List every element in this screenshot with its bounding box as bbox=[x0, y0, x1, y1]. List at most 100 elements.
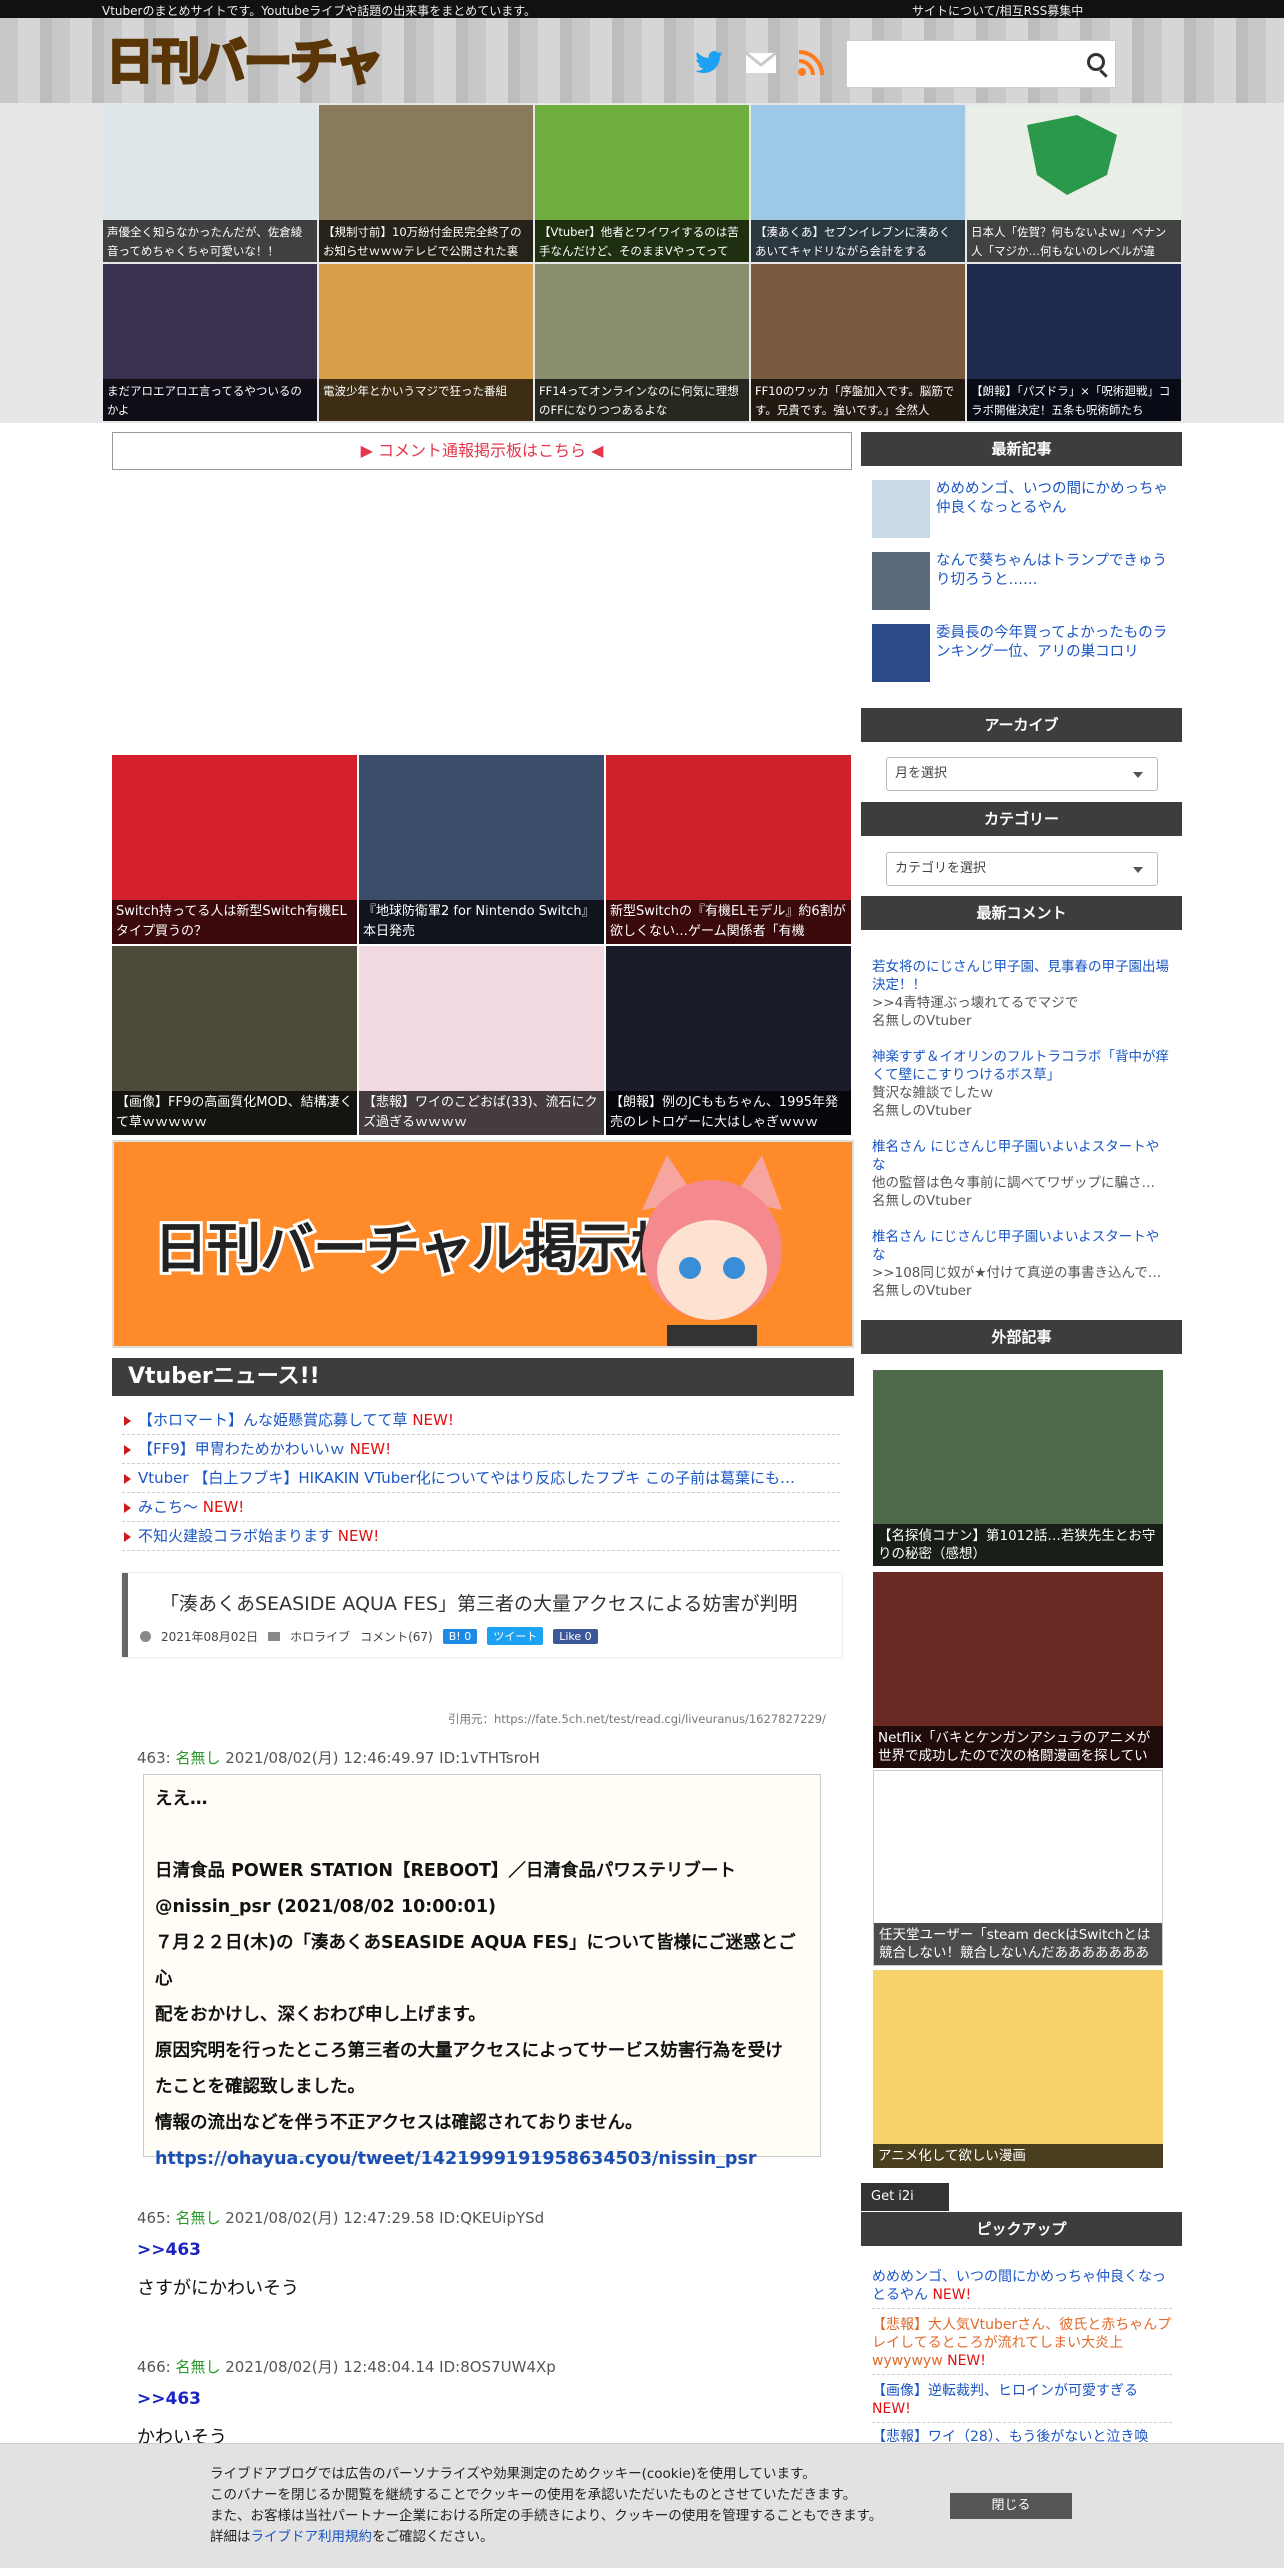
latest-link[interactable]: なんで葵ちゃんはトランプできゅうり切ろうと…… bbox=[936, 552, 1172, 590]
board-banner[interactable]: 日刊バーチャル掲示板 bbox=[112, 1140, 854, 1348]
news-heading: Vtuberニュース!! bbox=[112, 1358, 854, 1396]
pickup-link[interactable]: 【悲報】大人気Vtuberさん、彼氏と赤ちゃんプレイしてるところが流れてしまい大… bbox=[872, 2317, 1171, 2369]
latest-item[interactable]: 委員長の今年買ってよかったものランキング一位、アリの巣コロリ bbox=[872, 624, 1172, 686]
response-line: たことを確認致しました。 bbox=[155, 2077, 365, 2097]
new-badge: NEW! bbox=[872, 2401, 911, 2417]
featured-tile[interactable]: 【Vtuber】他者とワイワイするのは苦手なんだけど、そのままVやってって bbox=[535, 105, 749, 262]
news-link[interactable]: Vtuber 【白上フブキ】HIKAKIN VTuber化についてやはり反応した… bbox=[138, 1469, 795, 1487]
featured-caption: 声優全く知らなかったんだが、佐倉綾音ってめちゃくちゃ可愛いな！！ bbox=[103, 220, 317, 262]
news-item[interactable]: 不知火建設コラボ始まります NEW! bbox=[122, 1522, 840, 1551]
article-tile[interactable]: 【朗報】例のJCももちゃん、1995年発売のレトロゲーに大はしゃぎｗｗｗ bbox=[606, 946, 851, 1135]
news-item[interactable]: 【ホロマート】んな姫懸賞応募してて草 NEW! bbox=[122, 1406, 840, 1435]
archive-select[interactable]: 月を選択 bbox=[886, 757, 1158, 791]
external-item[interactable]: Netflix「バキとケンガンアシュラのアニメが世界で成功したので次の格闘漫画を… bbox=[873, 1572, 1163, 1768]
new-badge: NEW! bbox=[349, 1440, 392, 1458]
cookie-banner: ライブドアブログでは広告のパーソナライズや効果測定のためクッキー(cookie)… bbox=[0, 2443, 1284, 2568]
article-tile[interactable]: 『地球防衛軍2 for Nintendo Switch』本日発売 bbox=[359, 755, 604, 944]
twitter-icon[interactable] bbox=[692, 48, 726, 78]
featured-tile[interactable]: 【湊あくあ】セブンイレブンに湊あくあいてキャドリながら会計をする bbox=[751, 105, 965, 262]
comment-article-link[interactable]: 椎名さん にじさんじ甲子園いよいよスタートやな bbox=[872, 1229, 1159, 1263]
external-thumbnail bbox=[873, 1970, 1163, 2168]
post-comments[interactable]: コメント(67) bbox=[360, 1628, 433, 1645]
featured-tile[interactable]: 【朗報】「パズドラ」×「呪術廻戦」コラボ開催決定！五条も呪術師たち bbox=[967, 264, 1181, 421]
news-link[interactable]: 【FF9】甲冑わためかわいいｗ bbox=[138, 1440, 350, 1458]
latest-link[interactable]: 委員長の今年買ってよかったものランキング一位、アリの巣コロリ bbox=[936, 624, 1172, 662]
article-tile[interactable]: 新型Switchの『有機ELモデル』約6割が欲しくない…ゲーム関係者「有機 bbox=[606, 755, 851, 944]
featured-tile[interactable]: まだアロエアロエ言ってるやついるのかよ bbox=[103, 264, 317, 421]
featured-tile[interactable]: 日本人「佐賀？何もないよｗ」ベナン人「マジか…何もないのレベルが違 bbox=[967, 105, 1181, 262]
pickup-link[interactable]: めめめンゴ、いつの間にかめっちゃ仲良くなっとるやん bbox=[872, 2269, 1166, 2303]
new-badge: NEW! bbox=[932, 2287, 972, 2303]
latest-thumbnail bbox=[872, 624, 930, 682]
search-box[interactable] bbox=[846, 40, 1116, 88]
featured-tile[interactable]: FF10のワッカ「序盤加入です。脳筋です。兄貴です。強いです。」全然人 bbox=[751, 264, 965, 421]
article-tile[interactable]: 【画像】FF9の高画質化MOD、結構凄くて草ｗｗｗｗｗ bbox=[112, 946, 357, 1135]
response-line: 原因究明を行ったところ第三者の大量アクセスによってサービス妨害行為を受け bbox=[155, 2041, 783, 2061]
response-number: 465: bbox=[137, 2209, 171, 2227]
news-link[interactable]: 【ホロマート】んな姫懸賞応募してて草 bbox=[138, 1411, 412, 1429]
tweet-button[interactable]: ツイート bbox=[487, 1627, 544, 1645]
comment-board-link[interactable]: ▶ コメント通報掲示板はこちら ◀ bbox=[112, 432, 852, 470]
site-tagline: Vtuberのまとめサイトです。Youtubeライブや話題の出来事をまとめていま… bbox=[102, 4, 537, 18]
reply-anchor[interactable]: >>463 bbox=[137, 2389, 201, 2409]
search-icon[interactable] bbox=[1087, 53, 1105, 71]
featured-tile[interactable]: 電波少年とかいうマジで狂った番組 bbox=[319, 264, 533, 421]
response-body: ええ… 日清食品 POWER STATION【REBOOT】／日清食品パワステリ… bbox=[143, 1774, 821, 2169]
news-link[interactable]: みこち～ bbox=[138, 1498, 203, 1516]
external-item[interactable]: 【名探偵コナン】第1012話…若狭先生とお守りの秘密（感想） bbox=[873, 1370, 1163, 1566]
search-input[interactable] bbox=[847, 41, 1067, 85]
mail-icon[interactable] bbox=[745, 48, 779, 78]
new-badge: NEW! bbox=[412, 1411, 454, 1429]
latest-item[interactable]: めめめンゴ、いつの間にかめっちゃ仲良くなっとるやん bbox=[872, 480, 1172, 542]
category-select[interactable]: カテゴリを選択 bbox=[886, 852, 1158, 886]
response-line: 情報の流出などを伴う不正アクセスは確認されておりません。 bbox=[155, 2113, 643, 2133]
external-item[interactable]: アニメ化して欲しい漫画 bbox=[873, 1970, 1163, 2168]
cookie-line: ライブドアブログでは広告のパーソナライズや効果測定のためクッキー(cookie)… bbox=[210, 2466, 816, 2482]
recent-comment: 神楽すず＆イオリンのフルトラコラボ「背中が痒くて壁にこすりつけるボス草」 贅沢な雑… bbox=[872, 1048, 1172, 1120]
terms-link[interactable]: ライブドア利用規約 bbox=[251, 2529, 373, 2545]
latest-link[interactable]: めめめンゴ、いつの間にかめっちゃ仲良くなっとるやん bbox=[936, 480, 1172, 518]
pickup-item[interactable]: めめめンゴ、いつの間にかめっちゃ仲良くなっとるやん NEW! bbox=[872, 2268, 1172, 2309]
pickup-heading: ピックアップ bbox=[861, 2212, 1182, 2246]
site-logo[interactable]: 日刊バーチャル bbox=[105, 30, 416, 156]
category-heading: カテゴリー bbox=[861, 802, 1182, 836]
comment-article-link[interactable]: 椎名さん にじさんじ甲子園いよいよスタートやな bbox=[872, 1139, 1159, 1173]
rss-icon[interactable] bbox=[796, 48, 830, 78]
like-button[interactable]: Like 0 bbox=[553, 1628, 598, 1644]
external-item[interactable]: 任天堂ユーザー「steam deckはSwitchとは競合しない！競合しないんだ… bbox=[873, 1770, 1163, 1966]
response-header: 466: 名無し 2021/08/02(月) 12:48:04.14 ID:8O… bbox=[137, 2356, 556, 2377]
external-caption: 【名探偵コナン】第1012話…若狭先生とお守りの秘密（感想） bbox=[873, 1524, 1163, 1566]
external-caption: 任天堂ユーザー「steam deckはSwitchとは競合しない！競合しないんだ… bbox=[874, 1923, 1162, 1965]
archive-heading: アーカイブ bbox=[861, 708, 1182, 742]
pickup-item[interactable]: 【悲報】大人気Vtuberさん、彼氏と赤ちゃんプレイしてるところが流れてしまい大… bbox=[872, 2316, 1172, 2375]
pickup-item[interactable]: 【画像】逆転裁判、ヒロインが可愛すぎる NEW! bbox=[872, 2382, 1172, 2423]
cookie-close-button[interactable]: 閉じる bbox=[950, 2493, 1072, 2519]
featured-tile[interactable]: 声優全く知らなかったんだが、佐倉綾音ってめちゃくちゃ可愛いな！！ bbox=[103, 105, 317, 262]
news-item[interactable]: Vtuber 【白上フブキ】HIKAKIN VTuber化についてやはり反応した… bbox=[122, 1464, 840, 1493]
tweet-link[interactable]: https://ohayua.cyou/tweet/14219991919586… bbox=[155, 2149, 757, 2169]
comment-article-link[interactable]: 神楽すず＆イオリンのフルトラコラボ「背中が痒くて壁にこすりつけるボス草」 bbox=[872, 1049, 1169, 1083]
comment-article-link[interactable]: 若女将のにじさんじ甲子園、見事春の甲子園出場決定！！ bbox=[872, 959, 1169, 993]
get-i2i-badge[interactable]: Get i2i bbox=[861, 2183, 949, 2211]
news-link[interactable]: 不知火建設コラボ始まります bbox=[138, 1527, 338, 1545]
response-meta: 2021/08/02(月) 12:47:29.58 ID:QKEUipYSd bbox=[225, 2209, 545, 2227]
featured-caption: FF14ってオンラインなのに何気に理想のFFになりつつあるよな bbox=[535, 379, 749, 421]
hatena-button[interactable]: B! 0 bbox=[442, 1628, 478, 1644]
about-link[interactable]: サイトについて/相互RSS募集中 bbox=[912, 2, 1083, 19]
latest-item[interactable]: なんで葵ちゃんはトランプできゅうり切ろうと…… bbox=[872, 552, 1172, 614]
article-tile[interactable]: Switch持ってる人は新型Switch有機ELタイプ買うの？ bbox=[112, 755, 357, 944]
news-item[interactable]: 【FF9】甲冑わためかわいいｗ NEW! bbox=[122, 1435, 840, 1464]
featured-tile[interactable]: FF14ってオンラインなのに何気に理想のFFになりつつあるよな bbox=[535, 264, 749, 421]
response-line: ７月２２日(木)の「湊あくあSEASIDE AQUA FES」について皆様にご迷… bbox=[155, 1933, 796, 1989]
post-date: 2021年08月02日 bbox=[161, 1629, 259, 1644]
comment-author: 名無しのVtuber bbox=[872, 1283, 972, 1299]
latest-thumbnail bbox=[872, 552, 930, 610]
post-category[interactable]: ホロライブ bbox=[290, 1628, 350, 1645]
article-tile[interactable]: 【悲報】ワイのこどおば(33)、流石にクズ過ぎるｗｗｗｗ bbox=[359, 946, 604, 1135]
pickup-link[interactable]: 【画像】逆転裁判、ヒロインが可愛すぎる bbox=[872, 2383, 1138, 2399]
cookie-detail-suffix: をご確認ください。 bbox=[372, 2529, 494, 2545]
cookie-line: 詳細はライブドア利用規約をご確認ください。 bbox=[210, 2527, 882, 2548]
news-item[interactable]: みこち～ NEW! bbox=[122, 1493, 840, 1522]
featured-tile[interactable]: 【規制寸前】10万紛付金民完全終了のお知らせｗｗｗテレビで公開された裏 bbox=[319, 105, 533, 262]
reply-anchor[interactable]: >>463 bbox=[137, 2240, 201, 2260]
